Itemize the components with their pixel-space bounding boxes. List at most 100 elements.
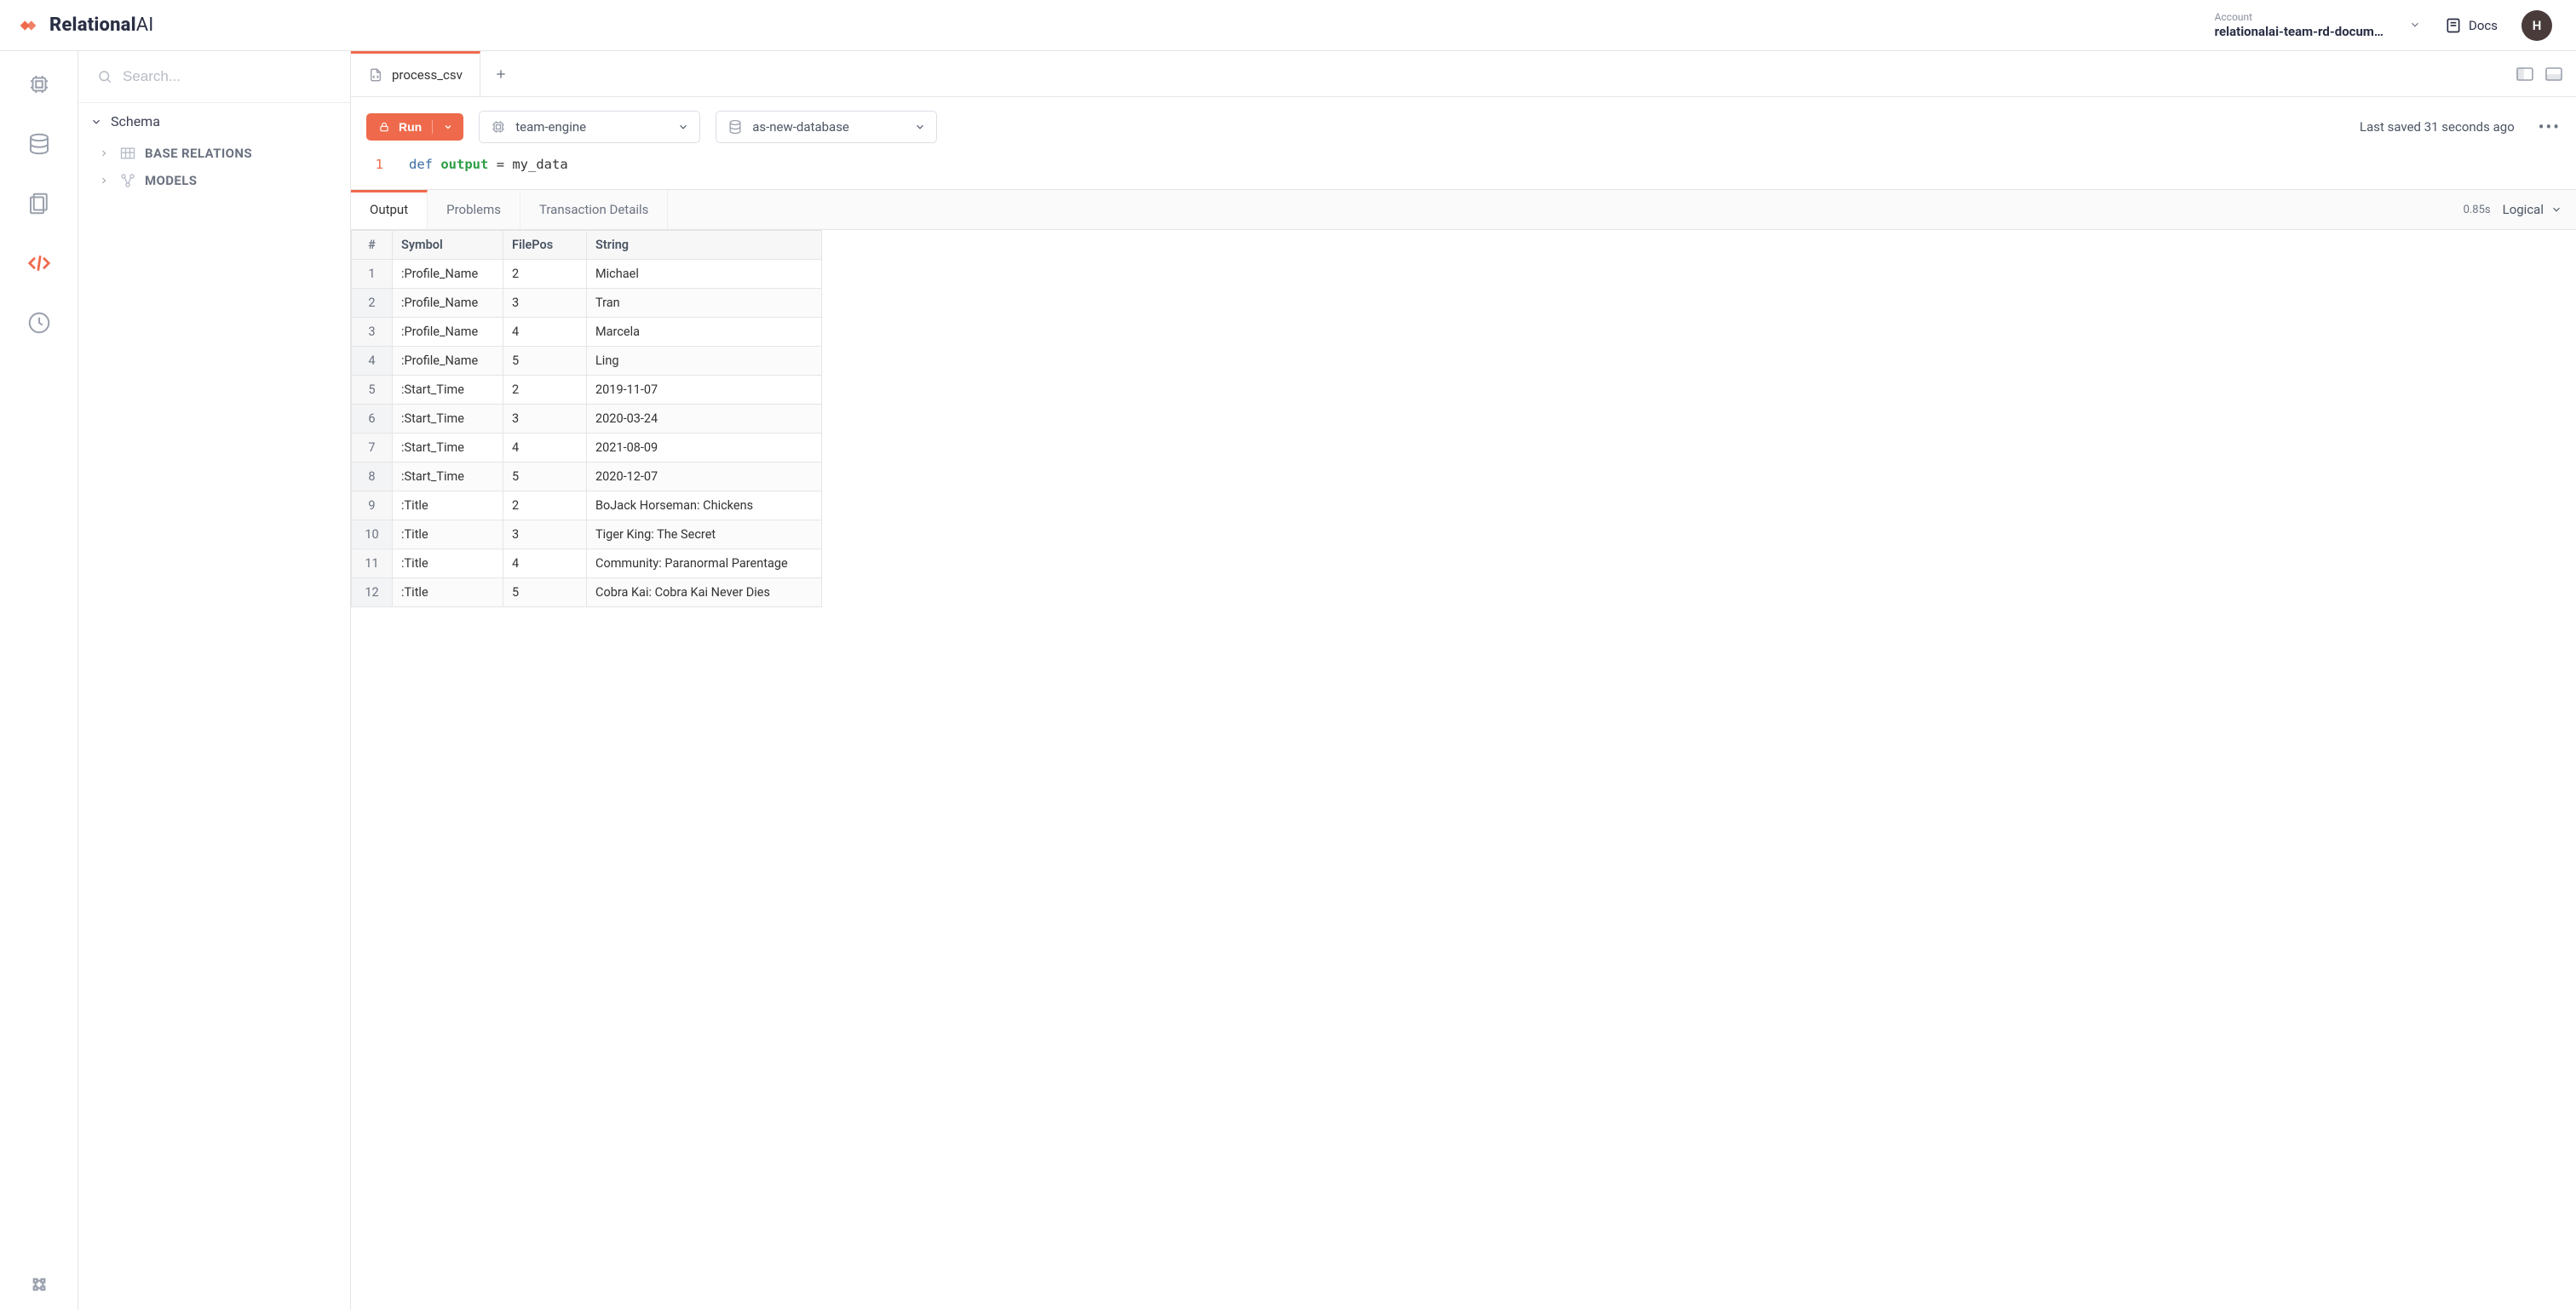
panel-bottom-icon[interactable] — [2544, 64, 2564, 84]
cell-filepos: 4 — [503, 318, 587, 347]
content: process_csv Run — [351, 51, 2576, 1310]
cell-index: 12 — [352, 578, 393, 607]
cell-filepos: 4 — [503, 434, 587, 463]
results-tab-transaction[interactable]: Transaction Details — [520, 190, 668, 229]
cell-string: BoJack Horseman: Chickens — [587, 491, 822, 520]
cell-index: 6 — [352, 405, 393, 434]
cell-string: 2020-03-24 — [587, 405, 822, 434]
cell-filepos: 5 — [503, 347, 587, 376]
cell-filepos: 4 — [503, 549, 587, 578]
account-value: relationalai-team-rd-docum… — [2215, 24, 2383, 39]
token-output: output — [440, 157, 488, 172]
rail-database-icon[interactable] — [21, 126, 57, 162]
results-table: # Symbol FilePos String 1:Profile_Name2M… — [351, 230, 822, 607]
results-tab-problems[interactable]: Problems — [428, 190, 520, 229]
tree-models[interactable]: MODELS — [87, 167, 350, 194]
more-menu-button[interactable]: ••• — [2539, 117, 2561, 137]
col-header-filepos: FilePos — [503, 231, 587, 260]
cell-symbol: :Title — [393, 491, 503, 520]
editor-tab-process-csv[interactable]: process_csv — [351, 51, 480, 96]
line-number: 1 — [366, 157, 383, 172]
cell-filepos: 2 — [503, 376, 587, 405]
cell-index: 11 — [352, 549, 393, 578]
account-selector[interactable]: Account relationalai-team-rd-docum… — [2215, 11, 2421, 38]
search-input[interactable] — [94, 63, 335, 90]
table-row: 7:Start_Time42021-08-09 — [352, 434, 822, 463]
col-header-symbol: Symbol — [393, 231, 503, 260]
avatar[interactable]: H — [2521, 10, 2552, 41]
cell-symbol: :Start_Time — [393, 376, 503, 405]
cell-string: 2021-08-09 — [587, 434, 822, 463]
cell-index: 3 — [352, 318, 393, 347]
table-row: 1:Profile_Name2Michael — [352, 260, 822, 289]
table-row: 5:Start_Time22019-11-07 — [352, 376, 822, 405]
rail-files-icon[interactable] — [21, 186, 57, 221]
table-row: 2:Profile_Name3Tran — [352, 289, 822, 318]
chevron-right-icon — [99, 175, 111, 186]
run-button[interactable]: Run — [366, 113, 463, 141]
cell-string: Tran — [587, 289, 822, 318]
schema-label: Schema — [111, 113, 160, 129]
cell-symbol: :Title — [393, 578, 503, 607]
tree-label: BASE RELATIONS — [145, 146, 252, 161]
schema-header[interactable]: Schema — [78, 103, 350, 140]
col-header-string: String — [587, 231, 822, 260]
code-line: 1 def output = my_data — [366, 157, 2561, 172]
cell-string: Community: Paranormal Parentage — [587, 549, 822, 578]
avatar-initial: H — [2533, 18, 2542, 33]
brand-logo-icon — [15, 13, 41, 38]
schema-items: BASE RELATIONS MODELS — [78, 140, 350, 194]
tree-base-relations[interactable]: BASE RELATIONS — [87, 140, 350, 167]
cell-symbol: :Profile_Name — [393, 318, 503, 347]
account-label: Account — [2215, 11, 2383, 23]
results-tab-output[interactable]: Output — [351, 190, 428, 229]
cell-symbol: :Start_Time — [393, 405, 503, 434]
engine-selector[interactable]: team-engine — [479, 111, 700, 143]
cell-index: 1 — [352, 260, 393, 289]
docs-link[interactable]: Docs — [2445, 17, 2498, 34]
docs-label: Docs — [2469, 18, 2498, 33]
table-icon — [119, 145, 136, 162]
chevron-down-icon — [90, 116, 102, 128]
database-selector[interactable]: as-new-database — [716, 111, 937, 143]
cell-filepos: 3 — [503, 520, 587, 549]
cell-index: 9 — [352, 491, 393, 520]
nav-rail — [0, 51, 78, 1310]
code-editor[interactable]: 1 def output = my_data — [351, 152, 2576, 189]
cell-index: 7 — [352, 434, 393, 463]
database-icon — [727, 118, 744, 135]
results-tabstrip: Output Problems Transaction Details 0.85… — [351, 190, 2576, 230]
rail-keyboard-icon[interactable] — [21, 1274, 57, 1310]
rail-history-icon[interactable] — [21, 305, 57, 341]
cell-filepos: 5 — [503, 578, 587, 607]
main: Schema BASE RELATIONS MODELS — [0, 51, 2576, 1310]
search-wrap — [78, 51, 350, 103]
cell-symbol: :Start_Time — [393, 463, 503, 491]
cell-string: 2020-12-07 — [587, 463, 822, 491]
cell-filepos: 2 — [503, 491, 587, 520]
editor-tabstrip: process_csv — [351, 51, 2576, 97]
results-table-scroll[interactable]: # Symbol FilePos String 1:Profile_Name2M… — [351, 230, 2576, 607]
brand-name-bold: Relational — [49, 14, 136, 36]
table-row: 9:Title2BoJack Horseman: Chickens — [352, 491, 822, 520]
view-mode-label: Logical — [2503, 202, 2544, 217]
chevron-down-icon — [2550, 204, 2562, 215]
brand-name: RelationalAI — [49, 14, 153, 36]
table-row: 12:Title5Cobra Kai: Cobra Kai Never Dies — [352, 578, 822, 607]
new-tab-button[interactable] — [480, 51, 521, 96]
editor-toolbar: Run team-engine — [351, 97, 2576, 152]
view-mode-selector[interactable]: Logical — [2503, 202, 2562, 217]
rail-compute-icon[interactable] — [21, 66, 57, 102]
book-icon — [2445, 17, 2462, 34]
chevron-down-icon — [443, 122, 453, 132]
cell-symbol: :Profile_Name — [393, 289, 503, 318]
panel-left-icon[interactable] — [2515, 64, 2535, 84]
run-label: Run — [399, 120, 422, 134]
layout-controls — [2515, 64, 2564, 84]
rail-code-icon[interactable] — [21, 245, 57, 281]
cell-string: Tiger King: The Secret — [587, 520, 822, 549]
token-keyword: def — [409, 157, 433, 172]
table-row: 6:Start_Time32020-03-24 — [352, 405, 822, 434]
table-row: 10:Title3Tiger King: The Secret — [352, 520, 822, 549]
cell-index: 10 — [352, 520, 393, 549]
